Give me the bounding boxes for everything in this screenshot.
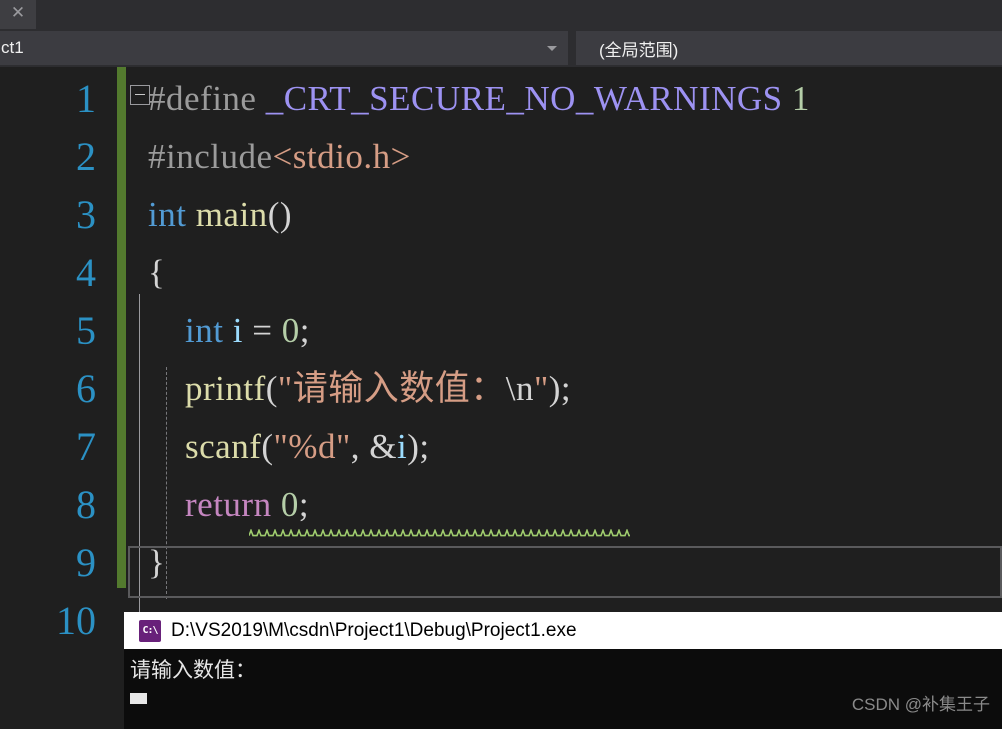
member-selector-value: (全局范围) (599, 40, 679, 60)
block-cursor (130, 693, 147, 704)
navigation-bar: ct1 (全局范围) (0, 29, 1002, 67)
tab-strip: ✕ (0, 0, 1002, 29)
code-token: "请输入数值： (277, 369, 506, 408)
code-token: , & (350, 427, 397, 466)
console-icon-label: C:\ (142, 625, 158, 636)
console-output-area[interactable]: 请输入数值： (124, 649, 1002, 729)
code-text: #define _CRT_SECURE_NO_WARNINGS 1 (148, 70, 810, 128)
line-number: 6 (76, 366, 96, 411)
code-token: "%d" (273, 427, 351, 466)
scope-selector-dropdown[interactable]: ct1 (0, 31, 568, 65)
code-token: \n (505, 369, 534, 408)
code-token: i (396, 427, 408, 466)
line-number: 4 (76, 250, 96, 295)
code-token: ); (407, 427, 430, 466)
line-number: 9 (76, 540, 96, 585)
code-token: () (267, 195, 292, 234)
chevron-down-icon[interactable] (547, 46, 557, 51)
line-number: 8 (76, 482, 96, 527)
code-text: int main() (148, 186, 292, 244)
code-text: return 0; (148, 476, 309, 534)
code-line-3[interactable]: 3 int main() (0, 186, 1002, 244)
line-number: 3 (76, 192, 96, 237)
current-line-highlight (128, 546, 1002, 598)
csdn-watermark: CSDN @补集王子 (851, 695, 990, 714)
code-line-7[interactable]: 7 scanf("%d", &i); (0, 418, 1002, 476)
code-token: #define (148, 79, 266, 118)
code-token: int (185, 311, 224, 350)
line-number: 10 (56, 598, 96, 643)
code-text: scanf("%d", &i); (148, 418, 430, 476)
code-line-2[interactable]: 2 #include<stdio.h> (0, 128, 1002, 186)
editor-tab-project1[interactable]: ✕ (0, 0, 36, 29)
code-token: 0 (280, 485, 299, 524)
code-token: = (242, 311, 282, 350)
line-number: 2 (76, 134, 96, 179)
code-token: ; (299, 311, 310, 350)
code-token: 0 (281, 311, 300, 350)
code-token: scanf (185, 427, 262, 466)
cmd-console-icon: C:\ (139, 619, 161, 642)
code-token: #include (148, 137, 273, 176)
code-token: return (185, 485, 272, 524)
collapse-minus-icon[interactable] (130, 85, 150, 105)
code-text: { (148, 244, 165, 302)
code-line-8[interactable]: 8 return 0; (0, 476, 1002, 534)
code-line-5[interactable]: 5 int i = 0; (0, 302, 1002, 360)
member-selector-dropdown[interactable]: (全局范围) (576, 31, 1002, 65)
code-token: ( (261, 427, 274, 466)
code-text: #include<stdio.h> (148, 128, 411, 186)
code-token: ( (265, 369, 278, 408)
code-token: printf (185, 369, 266, 408)
code-token: <stdio.h> (272, 137, 411, 176)
code-line-4[interactable]: 4{ (0, 244, 1002, 302)
code-text: int i = 0; (148, 302, 310, 360)
code-token: _CRT_SECURE_NO_WARNINGS (265, 79, 783, 118)
code-line-1[interactable]: 1 #define _CRT_SECURE_NO_WARNINGS 1 (0, 70, 1002, 128)
code-text: printf("请输入数值：\n"); (148, 360, 571, 418)
line-number: 5 (76, 308, 96, 353)
code-line-6[interactable]: 6 printf("请输入数值：\n"); (0, 360, 1002, 418)
scope-selector-value: ct1 (1, 38, 24, 57)
line-number: 1 (76, 76, 96, 121)
code-token: " (533, 369, 549, 408)
code-token: ); (548, 369, 572, 408)
code-token: i (232, 311, 243, 350)
code-token: ; (298, 485, 310, 524)
line-number: 7 (76, 424, 96, 469)
console-title-text: D:\VS2019\M\csdn\Project1\Debug\Project1… (171, 619, 577, 641)
vs-editor-window: ✕ ct1 (全局范围) 1 #define _CRT_SECURE_NO_WAR… (0, 0, 1002, 729)
code-token: { (148, 253, 166, 292)
code-token: main (195, 195, 268, 234)
close-icon[interactable]: ✕ (11, 5, 25, 24)
warning-squiggle (249, 529, 630, 537)
console-title-bar[interactable]: C:\ D:\VS2019\M\csdn\Project1\Debug\Proj… (124, 612, 1002, 649)
code-token: int (148, 195, 187, 234)
code-token: 1 (782, 79, 810, 118)
console-output-line: 请输入数值： (130, 659, 256, 682)
